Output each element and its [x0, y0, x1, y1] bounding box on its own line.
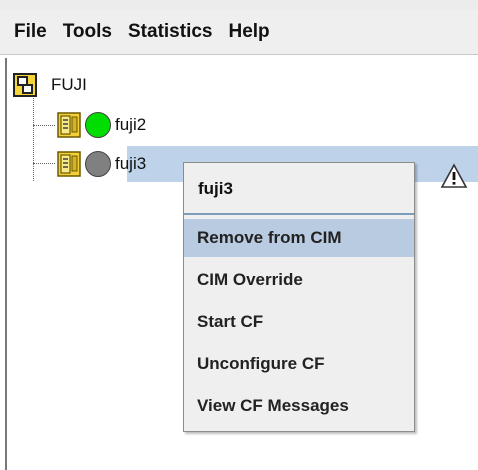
warning-icon: [440, 163, 468, 194]
node-server-icon: [57, 151, 81, 177]
menu-file[interactable]: File: [0, 10, 55, 54]
menu-cim-override[interactable]: CIM Override: [184, 261, 414, 299]
node-label-fuji2: fuji2: [115, 115, 147, 134]
tree-root-label: FUJI: [51, 75, 87, 94]
menu-view-cf-messages[interactable]: View CF Messages: [184, 387, 414, 425]
node-label-fuji3: fuji3: [115, 154, 147, 173]
tree-connector: [33, 98, 34, 181]
context-menu: fuji3 Remove from CIM CIM Override Start…: [183, 162, 415, 432]
status-unknown-icon: [85, 151, 111, 177]
menu-unconfigure-cf[interactable]: Unconfigure CF: [184, 345, 414, 383]
tree-node-fuji2[interactable]: fuji2: [57, 110, 146, 140]
status-online-icon: [85, 112, 111, 138]
menu-bar: File Tools Statistics Help: [0, 10, 478, 55]
context-menu-separator: [184, 213, 414, 215]
cluster-icon: [13, 73, 37, 97]
menu-tools[interactable]: Tools: [55, 10, 120, 54]
tree-connector: [33, 163, 55, 164]
menu-remove-from-cim[interactable]: Remove from CIM: [184, 219, 414, 257]
context-menu-title: fuji3: [198, 179, 233, 198]
node-server-icon: [57, 112, 81, 138]
menu-help[interactable]: Help: [220, 10, 277, 54]
tree-connector: [33, 125, 55, 126]
tree-root-fuji[interactable]: FUJI: [13, 70, 87, 100]
tree-node-fuji3[interactable]: fuji3: [57, 149, 146, 179]
menu-statistics[interactable]: Statistics: [120, 10, 220, 54]
menu-start-cf[interactable]: Start CF: [184, 303, 414, 341]
